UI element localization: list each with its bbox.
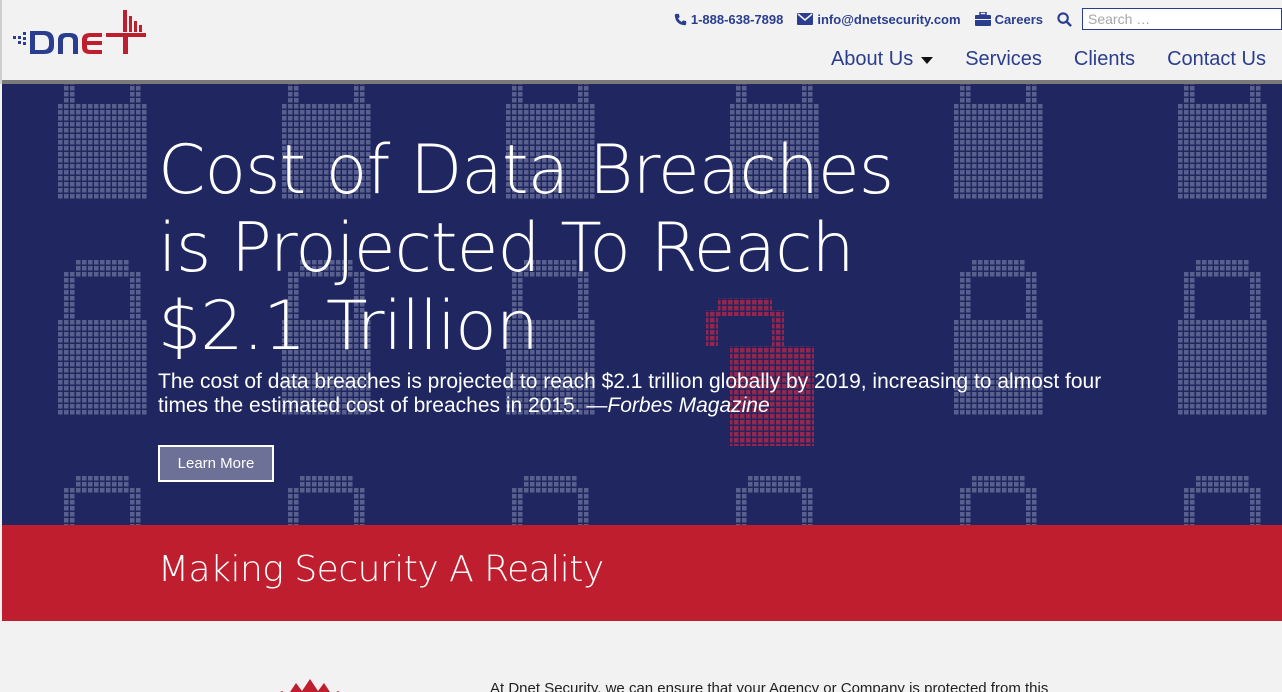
email-address: info@dnetsecurity.com: [817, 11, 961, 27]
caret-down-icon: [921, 57, 934, 64]
nav-contact-us-label: Contact Us: [1167, 48, 1266, 70]
learn-more-button[interactable]: Learn More: [158, 445, 274, 482]
tagline-band: Making Security A Reality: [2, 525, 1282, 621]
tagline-heading: Making Security A Reality: [158, 549, 604, 590]
search-icon: [1057, 11, 1072, 27]
maple-leaf-icon: [280, 679, 340, 692]
hero-banner: Cost of Data Breaches is Projected To Re…: [2, 84, 1282, 525]
briefcase-icon: [974, 12, 991, 26]
nav-services[interactable]: Services: [965, 48, 1042, 71]
phone-icon: [674, 13, 687, 25]
search-button[interactable]: [1057, 11, 1072, 27]
intro-paragraph: At Dnet Security, we can ensure that you…: [490, 680, 1049, 692]
site-header: 1-888-638-7898 info@dnetsecurity.com Car…: [0, 0, 1282, 84]
careers-label: Careers: [994, 11, 1043, 27]
phone-number: 1-888-638-7898: [690, 11, 784, 27]
utility-bar: 1-888-638-7898 info@dnetsecurity.com Car…: [674, 8, 1282, 30]
envelope-icon: [797, 13, 814, 25]
hero-title: Cost of Data Breaches is Projected To Re…: [158, 131, 894, 366]
dnet-logo[interactable]: [10, 6, 150, 60]
search-input[interactable]: [1082, 8, 1282, 30]
phone-link[interactable]: 1-888-638-7898: [674, 11, 784, 27]
hero-subtitle: The cost of data breaches is projected t…: [158, 370, 1118, 418]
nav-about-us[interactable]: About Us: [830, 48, 934, 71]
intro-section: At Dnet Security, we can ensure that you…: [2, 621, 1282, 692]
nav-about-us-label: About Us: [830, 48, 914, 70]
nav-clients[interactable]: Clients: [1074, 48, 1135, 71]
nav-contact-us[interactable]: Contact Us: [1167, 48, 1266, 71]
nav-services-label: Services: [965, 48, 1042, 70]
careers-link[interactable]: Careers: [974, 11, 1043, 27]
hero-quote-source: —Forbes Magazine: [586, 394, 770, 417]
nav-clients-label: Clients: [1073, 48, 1136, 70]
email-link[interactable]: info@dnetsecurity.com: [797, 11, 961, 27]
main-nav: About Us Services Clients Contact Us: [831, 48, 1266, 71]
